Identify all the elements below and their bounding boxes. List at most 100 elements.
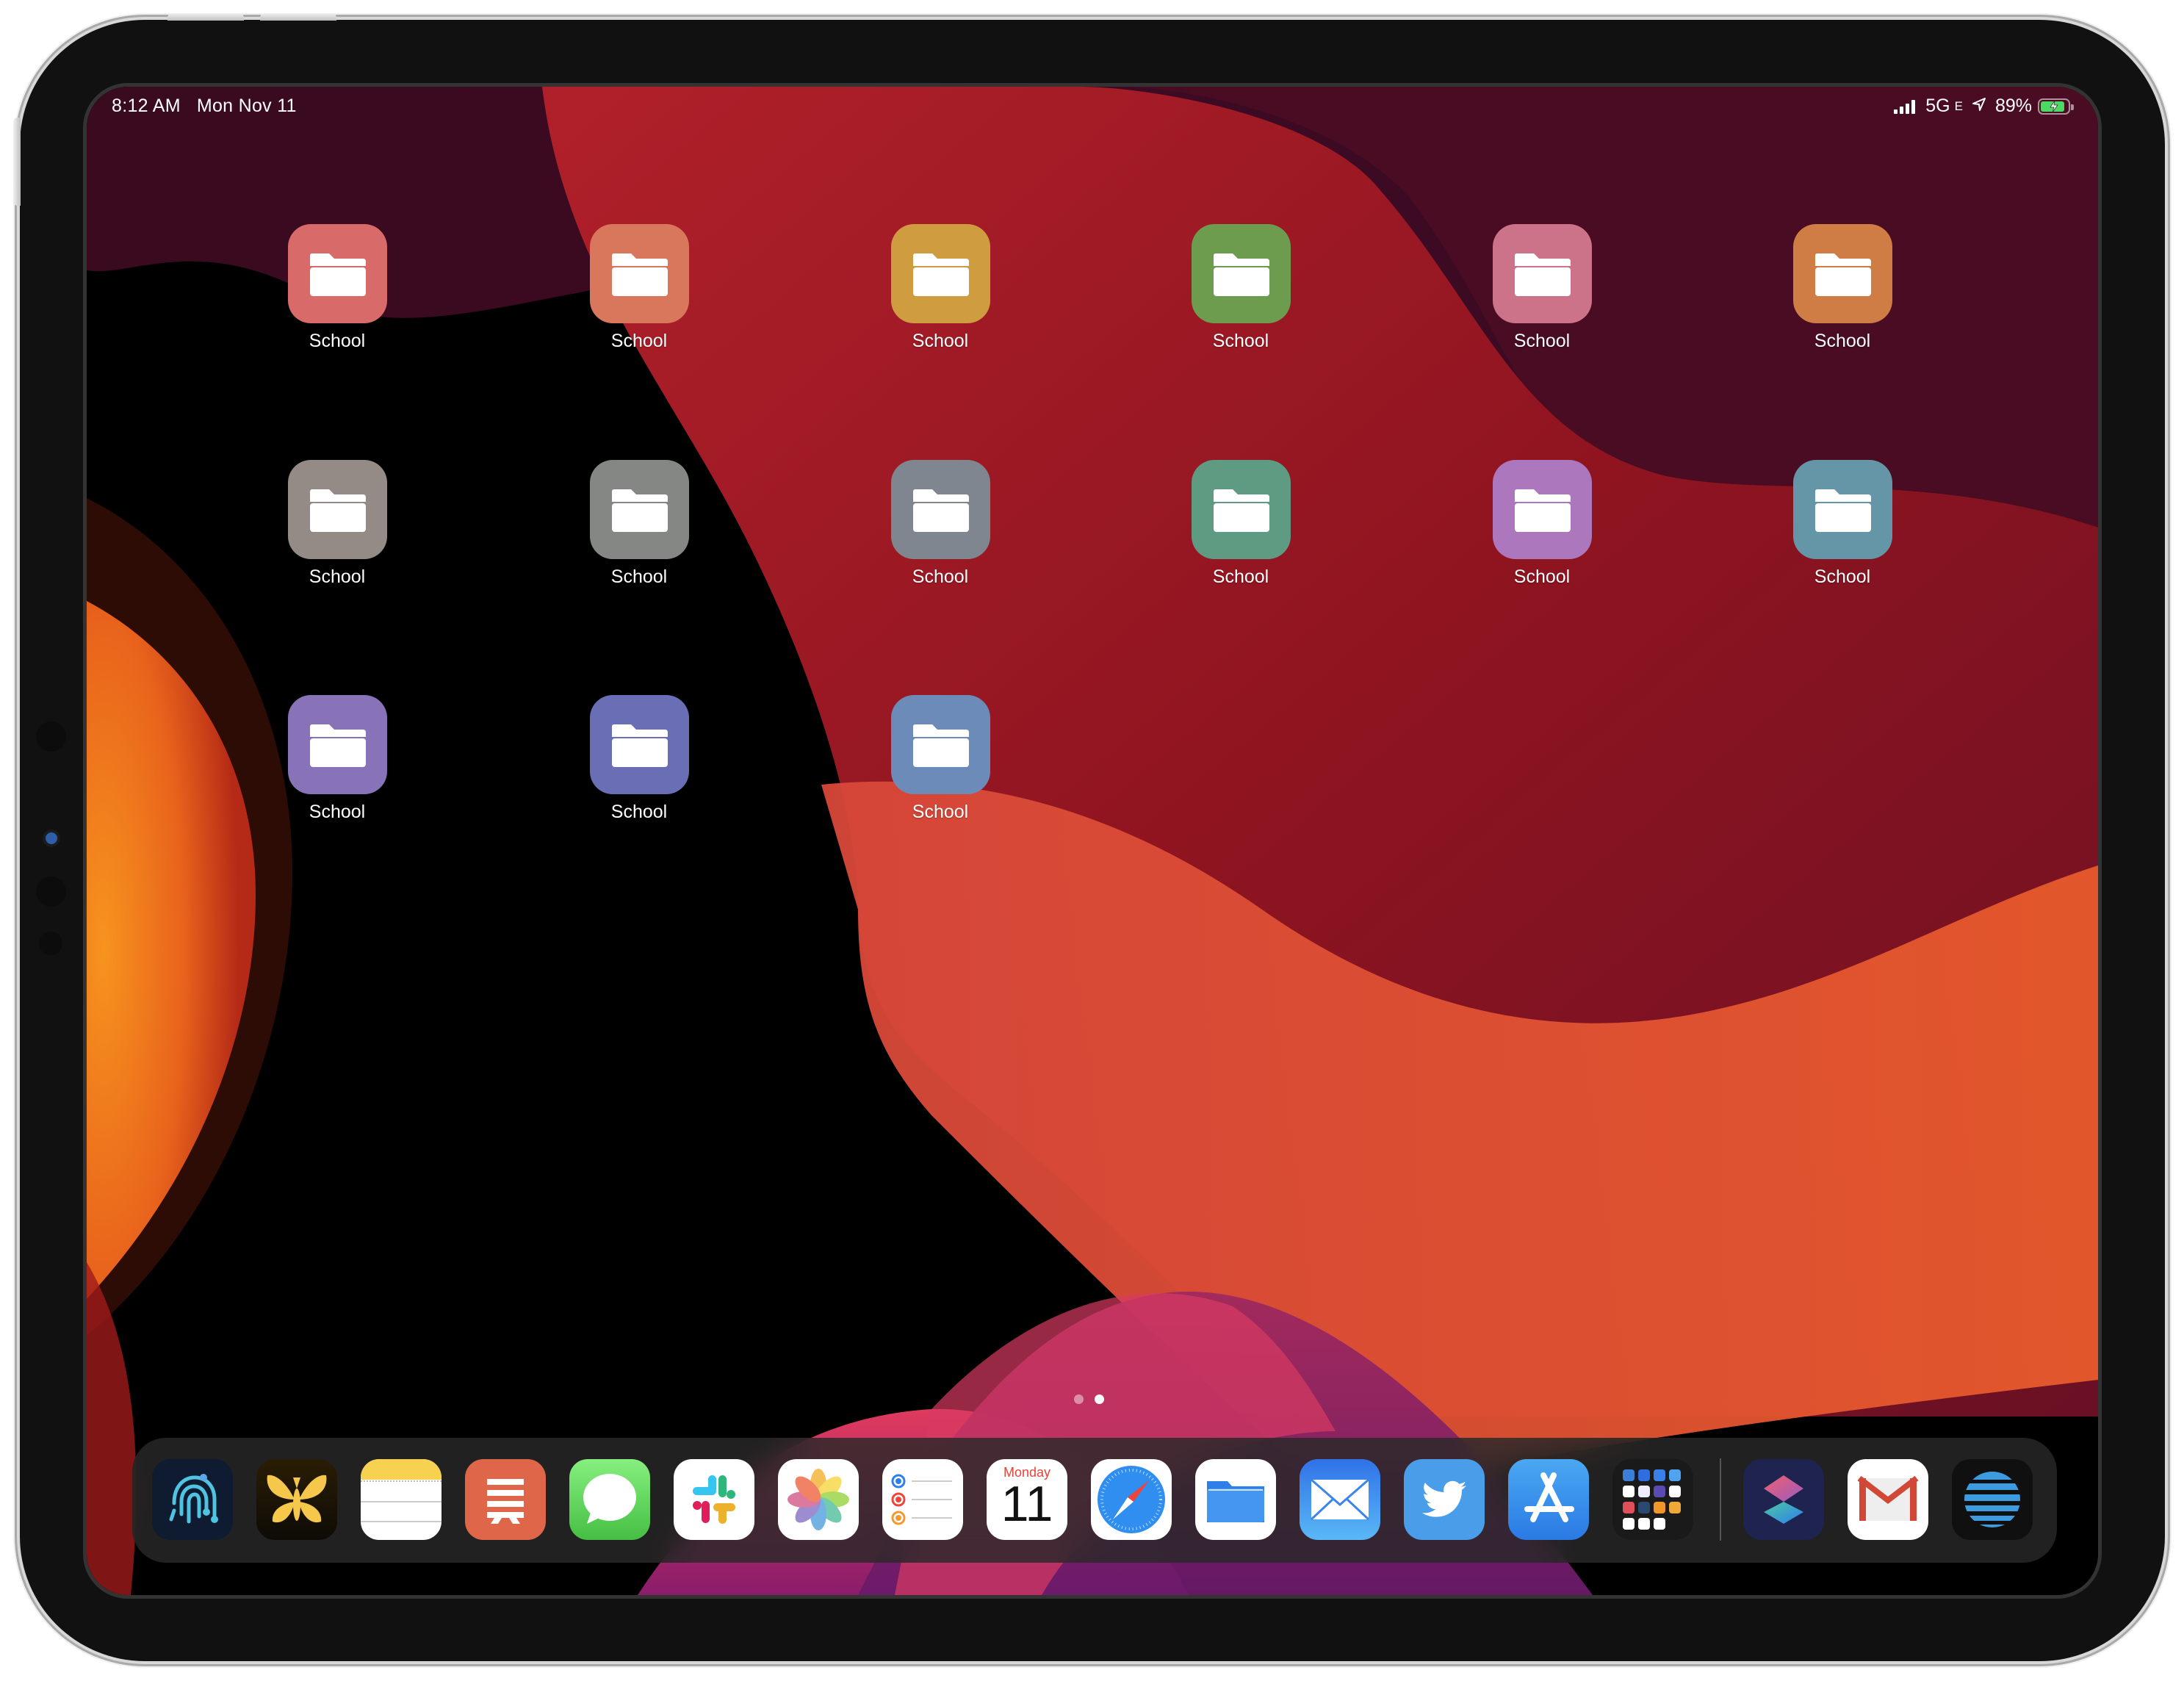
calendar-date: 11	[1001, 1476, 1053, 1532]
charging-bolt-icon	[2039, 100, 2069, 113]
dock-app-slack[interactable]	[674, 1459, 754, 1540]
app-icon[interactable]	[589, 695, 689, 794]
text-lines-icon	[487, 1479, 524, 1524]
app-label: School	[309, 802, 366, 822]
app-folder-school[interactable]: School	[867, 460, 1014, 588]
slack-icon	[693, 1475, 735, 1524]
app-folder-school[interactable]: School	[264, 695, 411, 823]
app-folder-school[interactable]: School	[264, 460, 411, 588]
network-subtype: E	[1954, 98, 1963, 113]
folder-icon	[1213, 253, 1269, 296]
app-label: School	[1814, 566, 1871, 587]
dock-app-fingerprint[interactable]	[152, 1459, 233, 1540]
app-icon[interactable]	[1792, 224, 1892, 323]
app-label: School	[610, 566, 668, 587]
app-folder-school[interactable]: School	[1167, 224, 1314, 352]
app-folder-school[interactable]: School	[1769, 224, 1916, 352]
app-label: School	[912, 802, 969, 822]
status-bar-right: 5G E 89%	[1894, 96, 2074, 117]
folder-icon	[309, 724, 366, 767]
app-icon[interactable]	[1792, 460, 1892, 559]
app-folder-school[interactable]: School	[867, 695, 1014, 823]
app-store-icon	[1524, 1472, 1574, 1522]
dock-app-twitter[interactable]	[1404, 1459, 1485, 1540]
dock-app-folder[interactable]	[1612, 1459, 1693, 1540]
dock-recent-gmail[interactable]	[1848, 1459, 1928, 1540]
app-label: School	[309, 566, 366, 587]
dock-app-files[interactable]	[1195, 1459, 1276, 1540]
folder-icon	[611, 489, 668, 532]
app-folder-school[interactable]: School	[1468, 224, 1615, 352]
app-icon[interactable]	[890, 224, 990, 323]
dock-app-safari[interactable]	[1091, 1459, 1172, 1540]
app-icon[interactable]	[287, 224, 387, 323]
app-icon[interactable]	[287, 460, 387, 559]
status-time: 8:12 AM	[112, 96, 181, 116]
app-label: School	[1513, 331, 1571, 351]
dock-app-photos[interactable]	[778, 1459, 859, 1540]
dock-app-mail[interactable]	[1300, 1459, 1380, 1540]
fingerprint-icon	[169, 1474, 218, 1524]
page-dot-1[interactable]	[1074, 1394, 1084, 1404]
app-folder-school[interactable]: School	[1769, 460, 1916, 588]
status-bar-left: 8:12 AM Mon Nov 11	[112, 96, 297, 117]
app-icon[interactable]	[1191, 224, 1291, 323]
page-indicator[interactable]	[1074, 1394, 1104, 1404]
front-camera-icon	[46, 832, 57, 844]
app-folder-school[interactable]: School	[1167, 460, 1314, 588]
folder-icon	[912, 253, 969, 296]
signal-bars-icon	[1894, 99, 1916, 114]
dock-app-text[interactable]	[465, 1459, 546, 1540]
app-folder-school[interactable]: School	[264, 224, 411, 352]
app-folder-school[interactable]: School	[1468, 460, 1615, 588]
folder-icon	[1814, 253, 1871, 296]
app-folder-school[interactable]: School	[566, 695, 713, 823]
top-button-left	[167, 13, 244, 21]
dock-app-app-store[interactable]	[1508, 1459, 1589, 1540]
dock: Monday 11	[132, 1438, 2057, 1563]
sensor-dot	[39, 932, 62, 955]
folder-icon	[611, 253, 668, 296]
app-folder-school[interactable]: School	[566, 460, 713, 588]
dock-app-messages[interactable]	[569, 1459, 650, 1540]
folder-icon	[912, 724, 969, 767]
app-icon[interactable]	[589, 460, 689, 559]
app-icon[interactable]	[1191, 460, 1291, 559]
top-button-right	[260, 13, 336, 21]
mail-icon	[1310, 1478, 1370, 1521]
folder-icon	[309, 253, 366, 296]
dock-app-notes[interactable]	[361, 1459, 442, 1540]
app-icon[interactable]	[890, 460, 990, 559]
screen: 8:12 AM Mon Nov 11 5G E 89% School School…	[87, 87, 2098, 1595]
folder-icon	[1213, 489, 1269, 532]
app-folder-school[interactable]: School	[566, 224, 713, 352]
app-icon[interactable]	[1492, 460, 1592, 559]
folder-icon	[1514, 489, 1571, 532]
app-folder-icon	[1623, 1469, 1681, 1530]
dock-recent-shortcuts[interactable]	[1743, 1459, 1824, 1540]
dock-app-calendar[interactable]: Monday 11	[987, 1459, 1067, 1540]
dock-app-reminders[interactable]	[882, 1459, 963, 1540]
battery-charging-icon	[2038, 98, 2074, 115]
dock-app-ulysses[interactable]	[256, 1459, 337, 1540]
app-label: School	[912, 566, 969, 587]
app-folder-school[interactable]: School	[867, 224, 1014, 352]
twitter-bird-icon	[1421, 1480, 1467, 1517]
folder-icon	[611, 724, 668, 767]
folder-icon	[1514, 253, 1571, 296]
page-dot-2[interactable]	[1095, 1394, 1104, 1404]
app-label: School	[912, 331, 969, 351]
battery-cap	[2071, 104, 2074, 110]
app-label: School	[610, 802, 668, 822]
dock-recent-att[interactable]	[1952, 1459, 2033, 1540]
messages-icon	[583, 1474, 636, 1524]
app-icon[interactable]	[589, 224, 689, 323]
compass-icon	[1098, 1466, 1165, 1533]
app-icon[interactable]	[287, 695, 387, 794]
app-icon[interactable]	[890, 695, 990, 794]
app-label: School	[1814, 331, 1871, 351]
app-icon[interactable]	[1492, 224, 1592, 323]
app-label: School	[1212, 566, 1269, 587]
sensor-dot	[36, 877, 66, 907]
folder-icon	[912, 489, 969, 532]
